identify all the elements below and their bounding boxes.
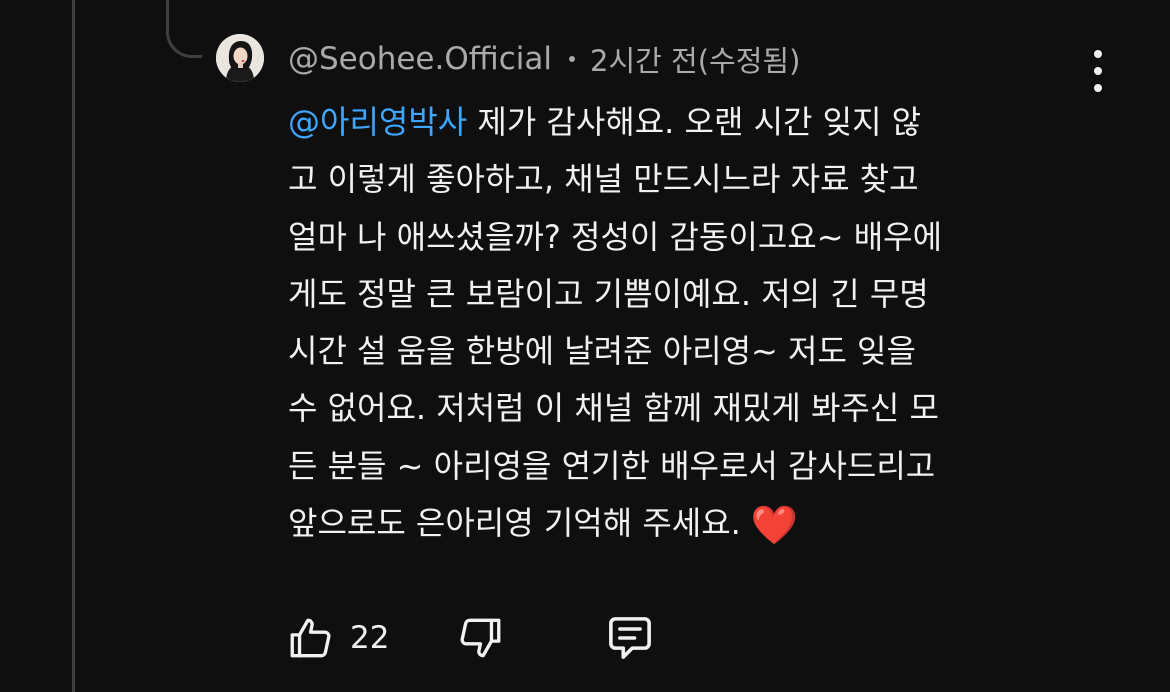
separator-dot [569, 56, 575, 62]
avatar[interactable] [216, 34, 264, 82]
comment-line: @아리영박사 제가 감사해요. 오랜 시간 잊지 않 [288, 103, 922, 141]
comment-reply-icon [609, 617, 652, 659]
thread-line [72, 0, 75, 692]
comment-timestamp[interactable]: 2시간 전(수정됨) [590, 38, 800, 80]
comment-line: 고 이렇게 좋아하고, 채널 만드시느라 자료 찾고 [288, 160, 919, 199]
comment-line: 게도 정말 큰 보람이고 기쁨이예요. 저의 긴 무명 [288, 274, 929, 313]
dislike-button[interactable] [455, 613, 505, 663]
thumbs-down-icon [460, 618, 501, 658]
comment-line: 얼마 나 애쓰셨을까? 정성이 감동이고요~ 배우에 [288, 217, 943, 256]
mention-link[interactable]: @아리영박사 [288, 103, 467, 141]
reply-button[interactable] [603, 611, 657, 665]
more-vertical-icon [1094, 50, 1102, 58]
reply-connector [166, 0, 202, 58]
author-name[interactable]: @Seohee.Official [288, 41, 552, 77]
comment-line: 시간 설 움을 한방에 날려준 아리영~ 저도 잊을 [288, 332, 916, 371]
comment-header: @Seohee.Official 2시간 전(수정됨) [288, 38, 800, 80]
heart-emoji: ❤️ [750, 503, 799, 548]
comment-actions: 22 [286, 610, 657, 666]
like-count: 22 [350, 620, 390, 656]
like-button[interactable]: 22 [286, 613, 389, 663]
comment-line: 앞으로도 은아리영 기억해 주세요. ❤️ [288, 503, 799, 548]
avatar-image [216, 34, 264, 82]
more-vertical-icon-dot [1094, 84, 1102, 92]
comment-body: @아리영박사 제가 감사해요. 오랜 시간 잊지 않 고 이렇게 좋아하고, 채… [288, 94, 1118, 554]
comment-line: 수 없어요. 저처럼 이 채널 함께 재밌게 봐주신 모 [288, 389, 939, 428]
more-options-button[interactable] [1080, 50, 1116, 92]
comment-line: 든 분들 ~ 아리영을 연기한 배우로서 감사드리고 [288, 446, 936, 485]
more-vertical-icon-dot [1094, 67, 1102, 75]
thumbs-up-icon [290, 618, 331, 658]
